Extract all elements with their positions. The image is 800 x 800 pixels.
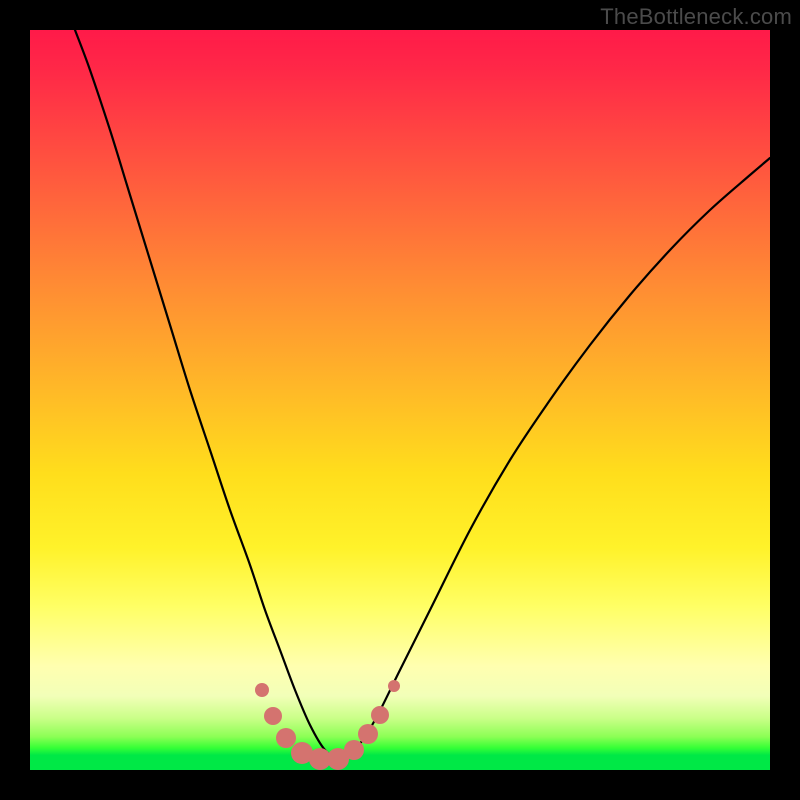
bottleneck-curve <box>75 30 770 760</box>
marker-dot <box>264 707 282 725</box>
marker-dot <box>358 724 378 744</box>
marker-dot <box>344 740 364 760</box>
chart-frame: TheBottleneck.com <box>0 0 800 800</box>
watermark-text: TheBottleneck.com <box>600 4 792 30</box>
highlighted-points <box>255 680 400 770</box>
marker-dot <box>388 680 400 692</box>
marker-dot <box>255 683 269 697</box>
chart-svg <box>30 30 770 770</box>
marker-dot <box>371 706 389 724</box>
marker-dot <box>276 728 296 748</box>
